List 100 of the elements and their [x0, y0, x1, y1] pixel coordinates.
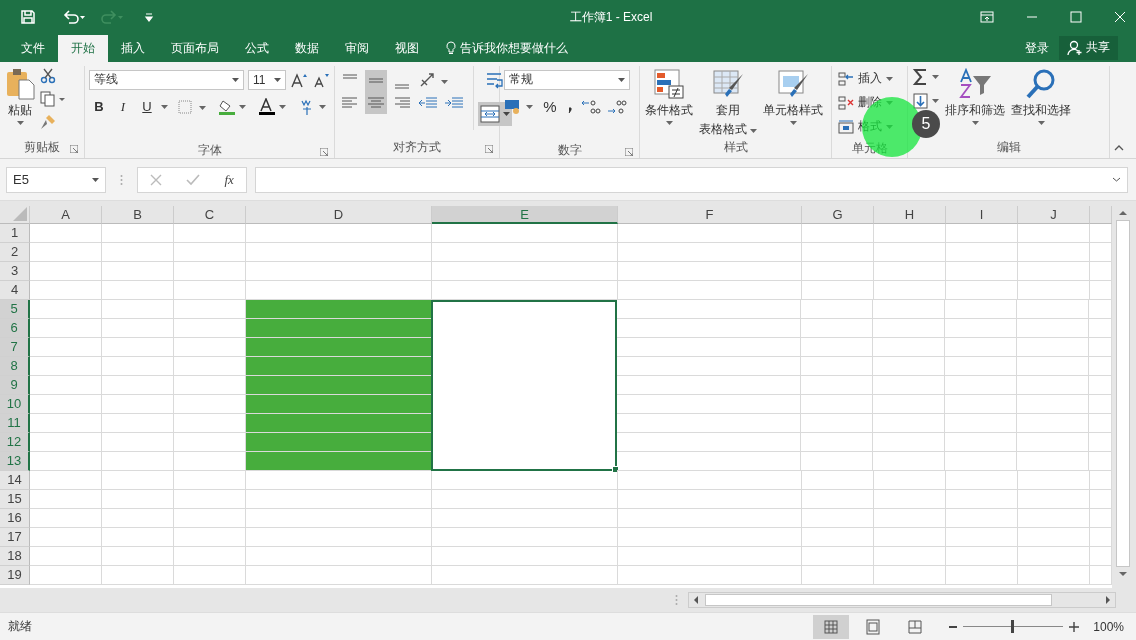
- increase-decimal-icon[interactable]: [580, 97, 602, 116]
- expand-caret-icon[interactable]: [1112, 177, 1121, 183]
- grid-cell[interactable]: [432, 490, 618, 510]
- grid-cell[interactable]: [432, 547, 618, 567]
- underline-button[interactable]: U: [137, 99, 157, 115]
- shrink-font-icon[interactable]: [312, 71, 330, 88]
- maximize-icon[interactable]: [1070, 11, 1082, 24]
- fill-handle[interactable]: [612, 466, 619, 474]
- paste-button[interactable]: 粘贴: [4, 65, 36, 127]
- grid-cell[interactable]: [801, 452, 873, 472]
- zoom-out-icon[interactable]: [949, 625, 958, 628]
- grid-cell[interactable]: [432, 509, 618, 529]
- grid-cell[interactable]: [102, 452, 174, 472]
- scroll-down-icon[interactable]: [1118, 571, 1128, 578]
- copy-icon[interactable]: [40, 90, 66, 107]
- grid-cell[interactable]: [246, 547, 432, 567]
- grid-cell[interactable]: [30, 547, 102, 567]
- grid-cell[interactable]: [102, 357, 174, 377]
- grid-cell[interactable]: [618, 471, 802, 491]
- format-as-table-button[interactable]: 套用 表格格式: [698, 65, 759, 140]
- row-header[interactable]: 3: [0, 262, 30, 282]
- conditional-formatting-button[interactable]: 条件格式: [644, 65, 694, 127]
- column-header[interactable]: H: [874, 206, 946, 225]
- row-header[interactable]: 17: [0, 528, 30, 548]
- grid-cell[interactable]: [1090, 547, 1112, 567]
- sum-icon[interactable]: [912, 67, 940, 86]
- grid-cell[interactable]: [618, 547, 802, 567]
- grid-cell[interactable]: [1018, 471, 1090, 491]
- grid-cell[interactable]: [1089, 376, 1112, 396]
- grid-cell[interactable]: [432, 243, 618, 263]
- grid-cell[interactable]: [874, 471, 946, 491]
- column-header[interactable]: E: [432, 206, 618, 225]
- row-header[interactable]: 2: [0, 243, 30, 263]
- grid-cell[interactable]: [174, 490, 246, 510]
- grid-cell[interactable]: [1018, 243, 1090, 263]
- grid-cell[interactable]: [801, 300, 873, 320]
- normal-view-icon[interactable]: [813, 614, 850, 639]
- grid-cell[interactable]: [946, 262, 1018, 282]
- row-header[interactable]: 13: [0, 452, 30, 472]
- grid-cell[interactable]: [946, 281, 1018, 301]
- ribbon-tab[interactable]: 数据: [282, 34, 332, 62]
- grid-cell[interactable]: [1089, 395, 1112, 415]
- grid-cell[interactable]: [174, 528, 246, 548]
- grid-cell[interactable]: [618, 281, 802, 301]
- ribbon-tab[interactable]: 公式: [232, 34, 282, 62]
- grid-cell[interactable]: [874, 566, 946, 586]
- grid-cell[interactable]: [946, 509, 1018, 529]
- grid-cell[interactable]: [246, 490, 432, 510]
- splitter-icon[interactable]: [675, 594, 678, 607]
- grid-cell[interactable]: [102, 376, 174, 396]
- grid-cell[interactable]: [946, 547, 1018, 567]
- select-all-icon[interactable]: [13, 207, 27, 222]
- scissors-icon[interactable]: [40, 67, 56, 84]
- name-box[interactable]: E5: [6, 166, 106, 193]
- row-header[interactable]: 7: [0, 338, 30, 358]
- grid-cell[interactable]: [102, 262, 174, 282]
- row-header[interactable]: 1: [0, 224, 30, 244]
- grid-cell[interactable]: [802, 471, 874, 491]
- column-header[interactable]: I: [946, 206, 1018, 225]
- grid-cell[interactable]: [1089, 300, 1112, 320]
- grid-cell[interactable]: [617, 452, 801, 472]
- merge-center-icon[interactable]: [478, 101, 512, 126]
- grid-cell[interactable]: [102, 433, 174, 453]
- grid-cell[interactable]: [432, 528, 618, 548]
- row-header[interactable]: 10: [0, 395, 30, 415]
- font-color-icon[interactable]: [258, 97, 288, 116]
- row-header[interactable]: 8: [0, 357, 30, 377]
- selected-cell[interactable]: [431, 300, 617, 320]
- grid-cell[interactable]: [30, 490, 102, 510]
- grid-cell[interactable]: [1018, 566, 1090, 586]
- grid-cell[interactable]: [30, 509, 102, 529]
- grid-cell[interactable]: [802, 528, 874, 548]
- selected-cell[interactable]: [431, 357, 617, 377]
- grid-cell[interactable]: [432, 281, 618, 301]
- grid-cell[interactable]: [617, 395, 801, 415]
- fill-down-icon[interactable]: [912, 91, 940, 110]
- grid-cell[interactable]: [1089, 433, 1112, 453]
- grid-cell[interactable]: [246, 471, 432, 491]
- grid-cell[interactable]: [874, 243, 946, 263]
- grid-cell[interactable]: [873, 452, 945, 472]
- insert-cells-button[interactable]: 插入: [836, 67, 895, 90]
- grid-cell[interactable]: [1018, 528, 1090, 548]
- currency-icon[interactable]: [504, 97, 536, 116]
- formula-field[interactable]: [255, 166, 1128, 193]
- grid-cell[interactable]: [102, 490, 174, 510]
- caret-icon[interactable]: [161, 104, 168, 109]
- row-header[interactable]: 6: [0, 319, 30, 339]
- grid-cell[interactable]: [1089, 357, 1112, 377]
- grid-cell[interactable]: [102, 395, 174, 415]
- grid-cell[interactable]: [874, 509, 946, 529]
- close-icon[interactable]: [1114, 11, 1126, 24]
- grid-cell[interactable]: [873, 376, 945, 396]
- grid-cell[interactable]: [102, 528, 174, 548]
- grid-cell[interactable]: [802, 224, 874, 244]
- grid-cell[interactable]: [873, 395, 945, 415]
- grid-cell[interactable]: [30, 452, 102, 472]
- borders-icon[interactable]: [178, 98, 208, 115]
- ribbon-tab[interactable]: 插入: [108, 34, 158, 62]
- grid-cell[interactable]: [1090, 509, 1112, 529]
- grid-cell[interactable]: [802, 490, 874, 510]
